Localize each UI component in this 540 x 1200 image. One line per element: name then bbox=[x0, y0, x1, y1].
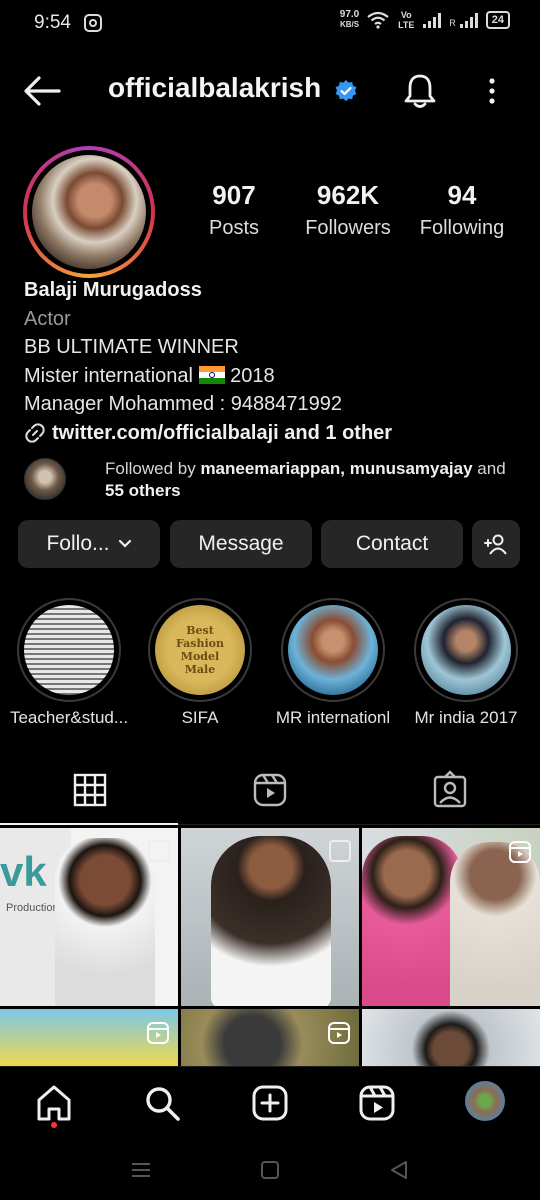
signal-icon-2: R bbox=[449, 12, 478, 28]
highlight-sifa[interactable]: Best Fashion Model Male SIFA bbox=[148, 598, 252, 727]
india-flag-icon bbox=[198, 365, 225, 384]
recent-apps-icon[interactable] bbox=[129, 1158, 153, 1182]
search-icon[interactable] bbox=[142, 1083, 182, 1123]
profile-name: Balaji Murugadoss bbox=[24, 279, 202, 301]
highlight-teacher[interactable]: Teacher&stud... bbox=[10, 598, 128, 727]
reels-tab-icon[interactable] bbox=[250, 770, 290, 810]
bio-line: Manager Mohammed : 9488471992 bbox=[24, 393, 342, 415]
volte-indicator: Vo LTE bbox=[398, 10, 415, 30]
grid-post[interactable] bbox=[362, 828, 540, 1006]
profile-tab-avatar[interactable] bbox=[465, 1081, 505, 1121]
grid-post[interactable] bbox=[0, 1009, 178, 1067]
highlight-cover bbox=[421, 605, 511, 695]
follower-avatar bbox=[24, 458, 66, 500]
post-person bbox=[450, 842, 540, 1006]
profile-bio: Balaji Murugadoss Actor BB ULTIMATE WINN… bbox=[24, 276, 524, 447]
grid-tab-icon[interactable] bbox=[70, 770, 110, 810]
grid-post[interactable] bbox=[181, 1009, 359, 1067]
reel-icon bbox=[328, 1022, 350, 1044]
followed-by[interactable]: Followed by maneemariappan, munusamyajay… bbox=[24, 456, 524, 506]
suggest-people-button[interactable] bbox=[472, 520, 520, 568]
verified-badge-icon bbox=[335, 80, 357, 102]
status-bar: 9:54 97.0 KB/S Vo LTE R 24 bbox=[0, 0, 540, 46]
highlight-label: Mr india 2017 bbox=[414, 708, 518, 727]
link-icon bbox=[25, 423, 45, 443]
wifi-icon bbox=[367, 11, 389, 29]
grid-post[interactable] bbox=[362, 1009, 540, 1067]
highlight-label: MR internationl bbox=[275, 708, 391, 727]
message-button[interactable]: Message bbox=[170, 520, 312, 568]
profile-username: officialbalakrish bbox=[108, 72, 322, 103]
highlight-label: SIFA bbox=[181, 708, 219, 727]
grid-post[interactable] bbox=[181, 828, 359, 1006]
post-person bbox=[362, 836, 462, 1006]
reels-icon[interactable] bbox=[357, 1083, 397, 1123]
followed-by-text: Followed by maneemariappan, munusamyajay… bbox=[105, 459, 506, 500]
highlight-mr-international[interactable]: MR internationl bbox=[276, 598, 390, 727]
avatar-photo bbox=[32, 155, 146, 269]
home-icon[interactable] bbox=[34, 1083, 74, 1123]
stat-posts[interactable]: 907 Posts bbox=[198, 180, 270, 240]
bottom-nav bbox=[0, 1066, 540, 1140]
active-tab-indicator bbox=[0, 823, 178, 825]
contact-button[interactable]: Contact bbox=[321, 520, 463, 568]
stat-followers[interactable]: 962K Followers bbox=[300, 180, 396, 240]
profile-avatar[interactable] bbox=[23, 146, 155, 278]
highlight-mr-india[interactable]: Mr india 2017 bbox=[414, 598, 518, 727]
tagged-tab-icon[interactable] bbox=[430, 770, 470, 810]
highlight-cover: Best Fashion Model Male bbox=[155, 605, 245, 695]
instagram-icon bbox=[84, 14, 102, 32]
post-logo-text: vk bbox=[0, 848, 47, 895]
profile-category: Actor bbox=[24, 307, 71, 330]
profile-header: officialbalakrish bbox=[0, 60, 540, 122]
battery-icon: 24 bbox=[485, 11, 510, 29]
grid-post[interactable]: vk Productions bbox=[0, 828, 178, 1006]
signal-icon bbox=[423, 12, 442, 28]
highlight-cover bbox=[24, 605, 114, 695]
stat-following[interactable]: 94 Following bbox=[414, 180, 510, 240]
network-speed: 97.0 KB/S bbox=[339, 9, 360, 30]
more-vertical-icon[interactable] bbox=[478, 76, 506, 106]
back-arrow-icon[interactable] bbox=[22, 74, 62, 108]
bell-icon[interactable] bbox=[402, 72, 438, 110]
multi-post-icon bbox=[148, 840, 170, 862]
reel-icon bbox=[509, 841, 531, 863]
chevron-down-icon bbox=[118, 539, 131, 548]
bio-line: Mister international 2018 bbox=[24, 364, 275, 387]
back-system-icon[interactable] bbox=[387, 1158, 411, 1182]
system-nav-bar bbox=[0, 1140, 540, 1200]
status-time: 9:54 bbox=[34, 12, 71, 33]
highlight-cover bbox=[288, 605, 378, 695]
create-post-icon[interactable] bbox=[250, 1083, 290, 1123]
post-person bbox=[55, 838, 155, 1006]
notification-dot bbox=[51, 1122, 57, 1128]
add-person-icon bbox=[484, 534, 507, 555]
bio-line: BB ULTIMATE WINNER bbox=[24, 336, 239, 358]
post-person bbox=[211, 836, 331, 1006]
reel-icon bbox=[147, 1022, 169, 1044]
profile-link[interactable]: twitter.com/officialbalaji and 1 other bbox=[24, 419, 524, 448]
highlight-label: Teacher&stud... bbox=[9, 708, 129, 727]
follow-button[interactable]: Follo... bbox=[18, 520, 160, 568]
multi-post-icon bbox=[329, 840, 351, 862]
home-system-icon[interactable] bbox=[258, 1158, 282, 1182]
